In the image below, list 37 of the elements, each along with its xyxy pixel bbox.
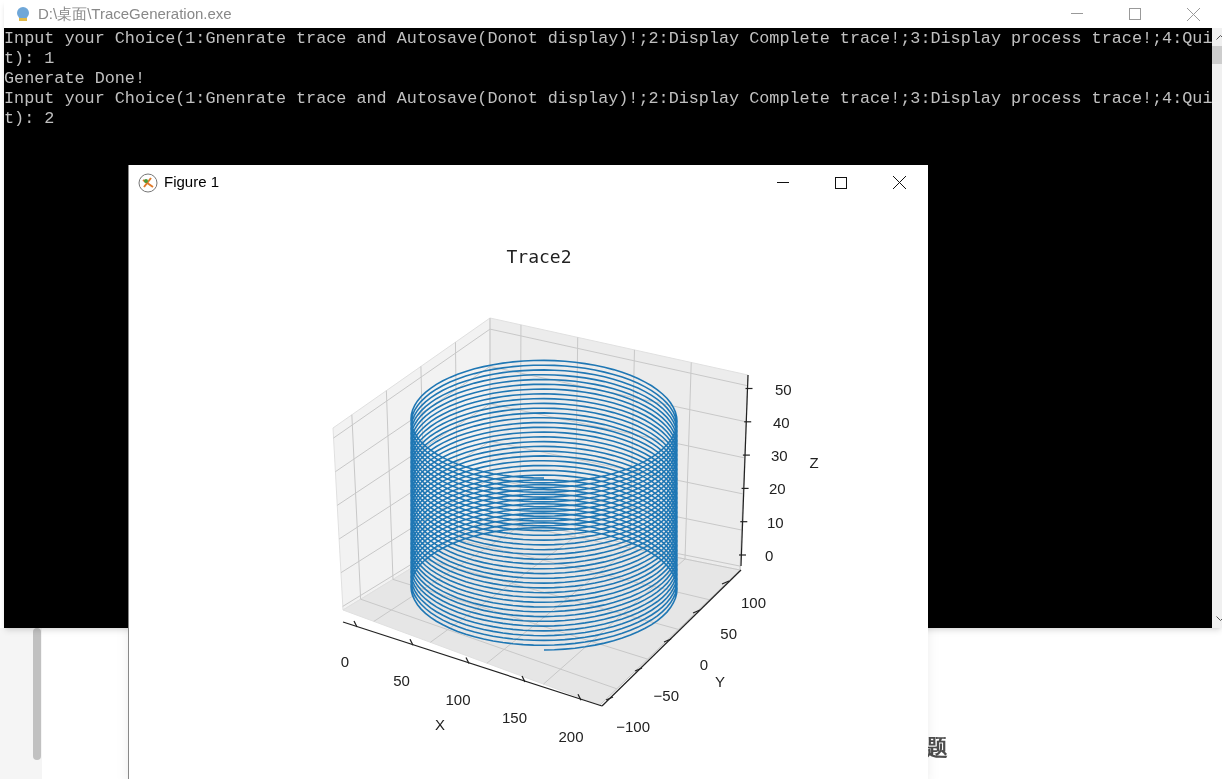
tick-label: 50 bbox=[775, 380, 792, 398]
close-icon bbox=[892, 176, 906, 189]
console-line: Generate Done! bbox=[4, 69, 145, 89]
axis-label: Z bbox=[809, 454, 819, 471]
tick-label: 0 bbox=[765, 547, 774, 564]
console-line: t): 2 bbox=[4, 109, 55, 129]
maximize-icon bbox=[835, 176, 847, 189]
tick-label: 40 bbox=[773, 413, 790, 431]
tick-label: 0 bbox=[699, 656, 708, 673]
maximize-icon bbox=[1129, 8, 1141, 20]
scrollbar-thumb[interactable] bbox=[33, 628, 41, 760]
tick-label: 10 bbox=[767, 513, 784, 531]
window-title: D:\桌面\TraceGeneration.exe bbox=[38, 3, 232, 24]
close-icon bbox=[1186, 7, 1200, 21]
tick-label: 100 bbox=[445, 690, 471, 708]
figure-app-icon bbox=[138, 172, 158, 193]
tick-label: −100 bbox=[616, 718, 650, 735]
console-line: Input your Choice(1:Gnenrate trace and Autosave(Donot display)!;2:Display Complete trace!;3:Display process trace!;4:Qui bbox=[4, 29, 1213, 49]
console-app-icon bbox=[16, 6, 30, 22]
chart-title: Trace2 bbox=[506, 246, 572, 267]
console-line: Input your Choice(1:Gnenrate trace and Autosave(Donot display)!;2:Display Complete trace!;3:Display process trace!;4:Qui bbox=[4, 89, 1213, 109]
tick-label: 30 bbox=[771, 447, 788, 465]
tick-label: 200 bbox=[558, 728, 584, 746]
tick-label: 50 bbox=[393, 671, 410, 689]
tick-label: 100 bbox=[740, 594, 766, 611]
tick-label: −50 bbox=[653, 687, 679, 704]
minimize-icon bbox=[1071, 13, 1083, 15]
heading-fragment: 题 bbox=[926, 734, 948, 762]
console-line: t): 1 bbox=[4, 49, 55, 69]
tick-label: 0 bbox=[340, 653, 350, 670]
axis-label: X bbox=[435, 716, 445, 733]
minimize-icon bbox=[777, 181, 789, 184]
window-title: Figure 1 bbox=[164, 172, 220, 193]
axis-label: Y bbox=[715, 673, 725, 690]
tick-label: 50 bbox=[720, 625, 737, 642]
tick-label: 20 bbox=[769, 480, 786, 498]
tick-label: 150 bbox=[502, 709, 527, 727]
